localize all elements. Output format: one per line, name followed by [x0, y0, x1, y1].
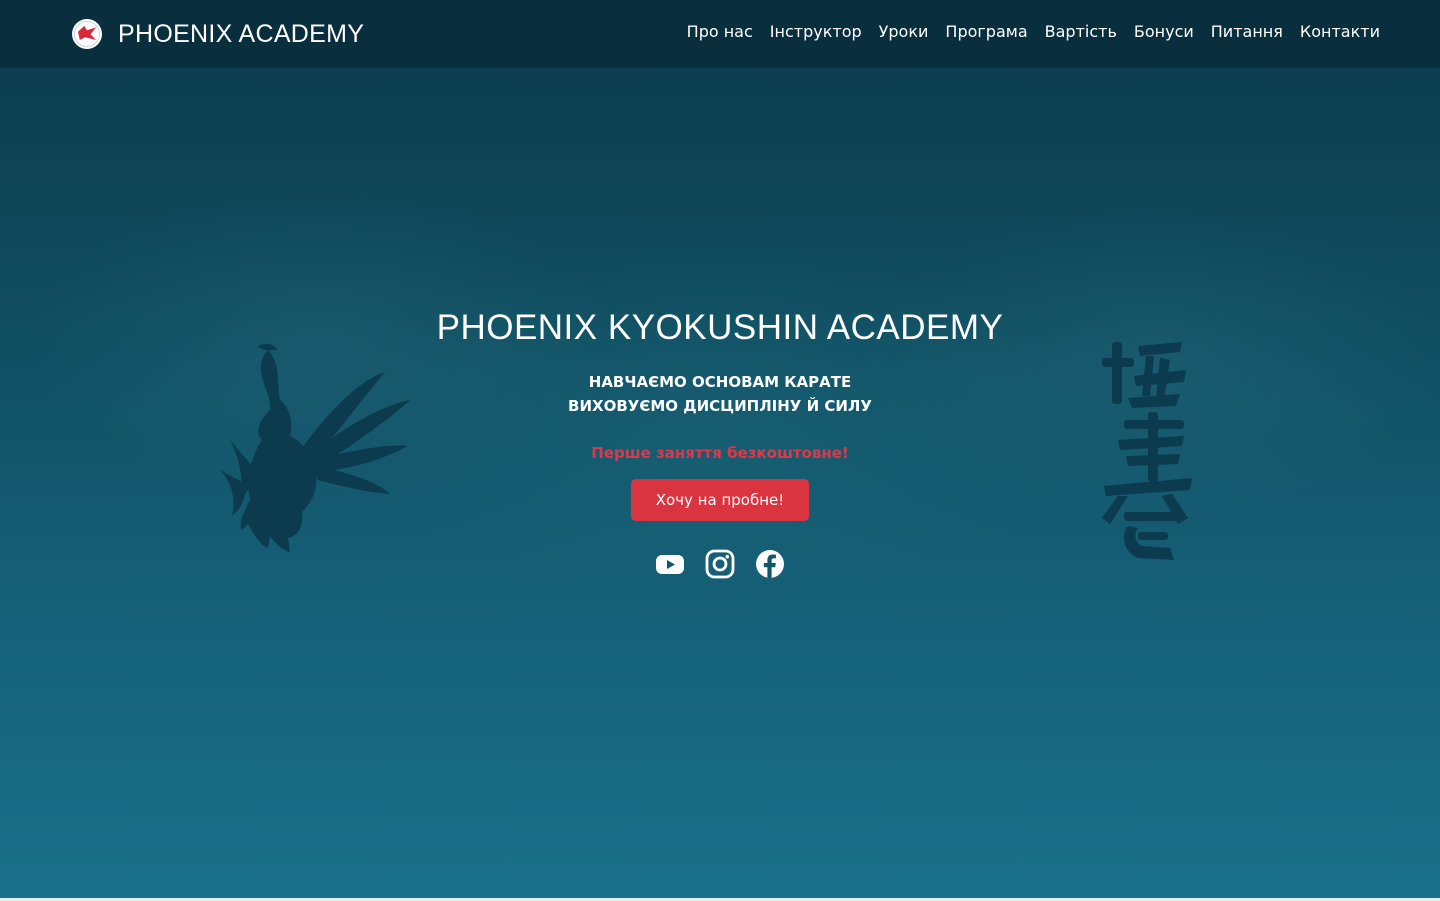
youtube-link[interactable] [655, 549, 685, 579]
hero-subtitle: НАВЧАЄМО ОСНОВАМ КАРАТЕ ВИХОВУЄМО ДИСЦИП… [0, 370, 1440, 418]
nav-item-about[interactable]: Про нас [687, 22, 753, 41]
nav-item-instructor[interactable]: Інструктор [770, 22, 862, 41]
instagram-link[interactable] [705, 549, 735, 579]
brand-link[interactable]: PHOENIX ACADEMY [72, 19, 364, 49]
nav-item-pricing[interactable]: Вартість [1045, 22, 1117, 41]
hero-section: PHOENIX ACADEMY Про нас Інструктор Уроки… [0, 0, 1440, 901]
hero-subtitle-line-1: НАВЧАЄМО ОСНОВАМ КАРАТЕ [588, 373, 852, 391]
facebook-icon [756, 550, 784, 578]
hero-content: PHOENIX KYOKUSHIN ACADEMY НАВЧАЄМО ОСНОВ… [0, 308, 1440, 579]
hero-title: PHOENIX KYOKUSHIN ACADEMY [436, 308, 1004, 347]
trial-lesson-button[interactable]: Хочу на пробне! [631, 479, 809, 521]
main-nav: Про нас Інструктор Уроки Програма Вартіс… [687, 22, 1380, 41]
instagram-icon [705, 549, 735, 579]
social-links [0, 549, 1440, 579]
phoenix-logo-icon [72, 19, 102, 49]
brand-name: PHOENIX ACADEMY [118, 19, 365, 48]
nav-item-bonuses[interactable]: Бонуси [1134, 22, 1194, 41]
free-lesson-promo: Перше заняття безкоштовне! [591, 444, 849, 462]
nav-item-lessons[interactable]: Уроки [879, 22, 929, 41]
nav-item-contacts[interactable]: Контакти [1300, 22, 1380, 41]
nav-item-program[interactable]: Програма [945, 22, 1027, 41]
nav-item-faq[interactable]: Питання [1211, 22, 1283, 41]
facebook-link[interactable] [755, 549, 785, 579]
youtube-icon [656, 555, 684, 574]
site-header: PHOENIX ACADEMY Про нас Інструктор Уроки… [0, 0, 1440, 68]
hero-subtitle-line-2: ВИХОВУЄМО ДИСЦИПЛІНУ Й СИЛУ [568, 397, 872, 415]
